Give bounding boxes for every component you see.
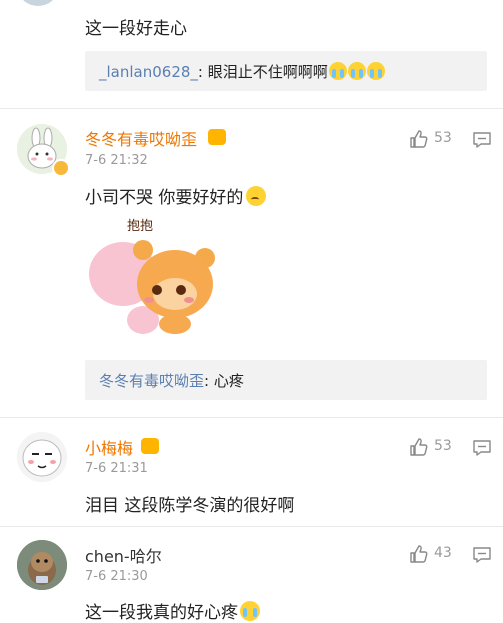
dog-avatar-icon [17,540,67,590]
like-count: 43 [434,545,452,561]
reply-text: 眼泪止不住啊啊啊 [207,63,328,81]
comment-username[interactable]: chen-哈尔 [85,543,162,567]
reply-separator: : [197,63,208,81]
sticker-caption: 抱抱 [127,219,154,234]
comment-time: 7-6 21:31 [85,461,148,476]
crying-emoji-icon [366,62,385,80]
like-button[interactable]: 43 [409,543,459,565]
like-count: 53 [434,130,452,146]
divider [0,526,503,527]
comment-text: 这一段我真的好心疼 [85,598,260,623]
sticker-image[interactable]: 抱抱 [85,212,215,342]
like-button[interactable]: 53 [409,436,459,458]
reply-box[interactable]: _lanlan0628_: 眼泪止不住啊啊啊 [85,51,487,91]
avatar[interactable] [20,0,56,6]
face-avatar-icon [17,432,67,482]
comment-username[interactable]: 小梅梅 [85,435,133,459]
divider [0,108,503,109]
divider [0,417,503,418]
comment-text: 泪目 这段陈学冬演的很好啊 [85,496,295,516]
reply-username[interactable]: _lanlan0628_ [99,63,198,81]
vip-badge-icon [141,438,159,454]
sad-emoji-icon [246,186,267,206]
reply-username[interactable]: 冬冬有毒哎呦歪 [99,372,204,390]
like-button[interactable]: 53 [409,128,459,150]
comment-time: 7-6 21:30 [85,569,148,584]
avatar[interactable] [17,432,67,482]
thumbs-up-icon [410,545,428,563]
verified-badge-icon [52,159,70,177]
reply-box[interactable]: 冬冬有毒哎呦歪: 心疼 [85,360,487,400]
reply-text: 心疼 [213,372,244,390]
comment-text: 小司不哭 你要好好的 [85,183,267,208]
crying-emoji-icon [328,62,347,80]
thumbs-up-icon [410,130,428,148]
comment-icon[interactable] [472,546,492,564]
comment-text: 这一段好走心 [85,19,187,39]
crying-emoji-icon [347,62,366,80]
reply-separator: : [204,372,214,390]
thumbs-up-icon [410,438,428,456]
comment-icon[interactable] [472,131,492,149]
comment-username[interactable]: 冬冬有毒哎呦歪 [85,126,197,150]
vip-badge-icon [208,129,226,145]
comment-icon[interactable] [472,439,492,457]
crying-emoji-icon [240,601,260,621]
comment-time: 7-6 21:32 [85,153,148,168]
like-count: 53 [434,438,452,454]
avatar[interactable] [17,540,67,590]
